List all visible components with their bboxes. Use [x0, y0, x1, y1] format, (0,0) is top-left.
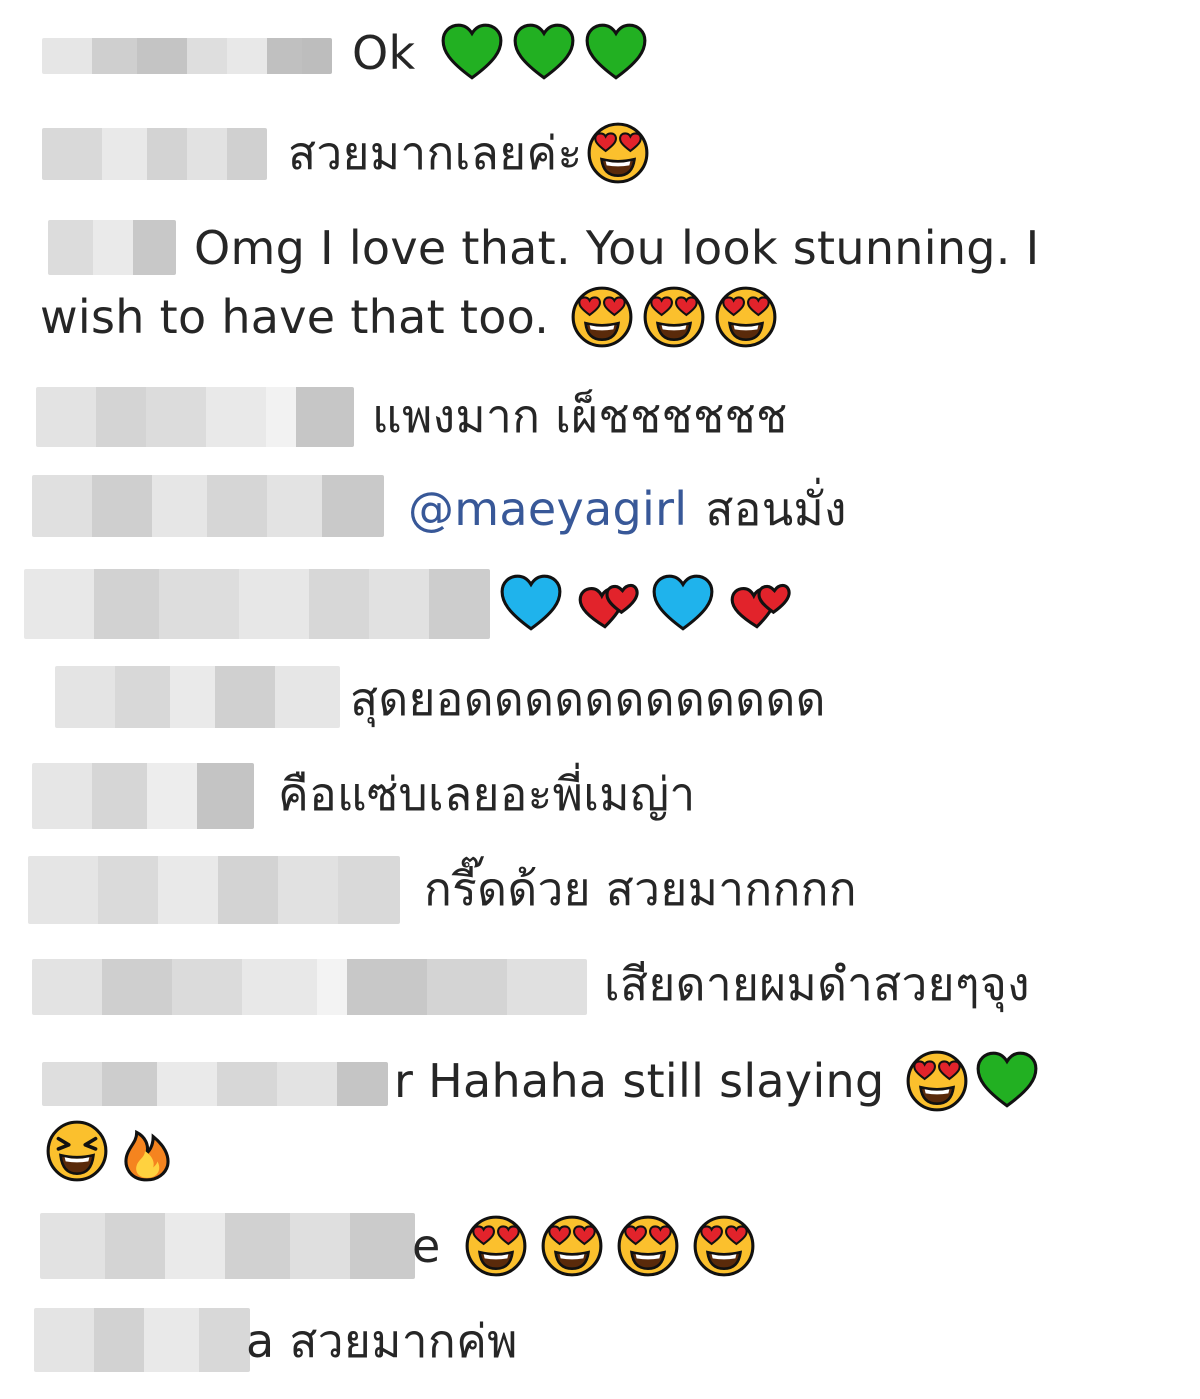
- comment-text-line2: wish to have that too.: [40, 290, 550, 344]
- comment-row: แพงมาก เผ็ชชชชชช: [0, 375, 1200, 465]
- username-blur[interactable]: [42, 128, 267, 180]
- fire-icon: [114, 1118, 180, 1184]
- comment-text: แพงมาก เผ็ชชชชชช: [372, 389, 788, 443]
- blue-heart-icon: [650, 571, 716, 637]
- heart-eyes-icon: [904, 1048, 970, 1114]
- comment-row: สวยมากเลยค่ะ: [0, 110, 1200, 200]
- comment-row: Omg I love that. You look stunning. I wi…: [0, 210, 1200, 360]
- green-heart-icon: [583, 20, 649, 86]
- heart-eyes-icon: [569, 284, 635, 350]
- comment-text: Ok: [352, 26, 416, 80]
- comment-text-line1: Omg I love that. You look stunning. I: [194, 221, 1040, 275]
- username-blur[interactable]: [32, 475, 384, 537]
- heart-eyes-icon: [691, 1213, 757, 1279]
- comment-text: สวยมากเลยค่ะ: [288, 126, 583, 180]
- comment-row: e: [0, 1205, 1200, 1290]
- username-blur[interactable]: [24, 569, 490, 639]
- username-blur[interactable]: [32, 763, 254, 829]
- username-blur[interactable]: [28, 856, 400, 924]
- username-blur[interactable]: [32, 959, 587, 1015]
- comment-row: [0, 565, 1200, 650]
- comment-text: a สวยมากค่พ: [246, 1314, 518, 1368]
- comment-text: e: [412, 1219, 441, 1273]
- username-blur[interactable]: [40, 1213, 415, 1279]
- username-blur[interactable]: [42, 1062, 388, 1106]
- two-hearts-icon: [574, 571, 640, 637]
- heart-eyes-icon: [615, 1213, 681, 1279]
- comment-row: r Hahaha still slaying: [0, 1040, 1200, 1190]
- username-blur[interactable]: [42, 38, 332, 74]
- heart-eyes-icon: [585, 120, 651, 186]
- mention-link[interactable]: @maeyagirl: [408, 486, 687, 532]
- comment-text: คือแซ่บเลยอะพี่เมญ่า: [278, 767, 696, 821]
- comment-text: สุดยอดดดดดดดดดดดด: [350, 672, 826, 726]
- comment-text: r Hahaha still slaying: [394, 1054, 885, 1108]
- comment-row: สุดยอดดดดดดดดดดดด: [0, 660, 1200, 745]
- comment-text: สอนมั่ง: [705, 482, 847, 536]
- green-heart-icon: [511, 20, 577, 86]
- green-heart-icon: [439, 20, 505, 86]
- two-hearts-icon: [726, 571, 792, 637]
- comment-row: กรี๊ดด้วย สวยมากกกก: [0, 850, 1200, 935]
- username-blur[interactable]: [55, 666, 340, 728]
- heart-eyes-icon: [463, 1213, 529, 1279]
- blue-heart-icon: [498, 571, 564, 637]
- laughing-squint-icon: [44, 1118, 110, 1184]
- green-heart-icon: [974, 1048, 1040, 1114]
- username-blur[interactable]: [48, 220, 176, 275]
- username-blur[interactable]: [36, 387, 354, 447]
- comment-text: กรี๊ดด้วย สวยมากกกก: [424, 862, 857, 916]
- comment-row: Ok: [0, 0, 1200, 100]
- comment-text: เสียดายผมดำสวยๆจุง: [604, 957, 1030, 1011]
- comment-row: a สวยมากค่พ: [0, 1300, 1200, 1395]
- username-blur[interactable]: [34, 1308, 250, 1372]
- comment-row: เสียดายผมดำสวยๆจุง: [0, 945, 1200, 1040]
- comment-row: @maeyagirl สอนมั่ง: [0, 470, 1200, 560]
- heart-eyes-icon: [539, 1213, 605, 1279]
- heart-eyes-icon: [713, 284, 779, 350]
- comment-row: คือแซ่บเลยอะพี่เมญ่า: [0, 755, 1200, 840]
- heart-eyes-icon: [641, 284, 707, 350]
